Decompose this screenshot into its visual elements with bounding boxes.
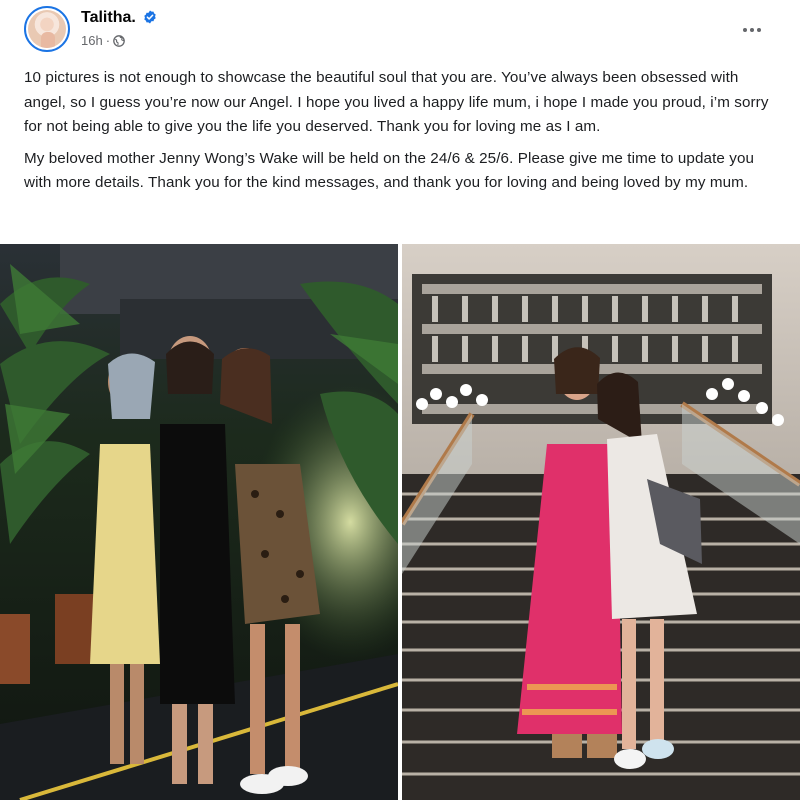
verified-badge-icon xyxy=(144,10,156,24)
post-meta: 16h · xyxy=(81,33,125,48)
post-body: 10 pictures is not enough to showcase th… xyxy=(24,66,776,203)
post-timestamp[interactable]: 16h xyxy=(81,33,103,48)
photo-night-group[interactable] xyxy=(0,244,398,800)
more-dot xyxy=(757,28,761,32)
globe-icon[interactable] xyxy=(113,34,125,47)
avatar-image xyxy=(28,10,66,48)
post-paragraph: My beloved mother Jenny Wong’s Wake will… xyxy=(24,149,755,192)
more-dot xyxy=(750,28,754,32)
post-paragraph: 10 pictures is not enough to showcase th… xyxy=(24,69,769,135)
photo-night-group-image xyxy=(0,244,398,800)
author-name[interactable]: Talitha. xyxy=(81,9,136,27)
photo-grid xyxy=(0,244,800,800)
photo-staircase-image xyxy=(402,244,800,800)
more-options-button[interactable] xyxy=(738,20,766,40)
post-header: Talitha. 16h · xyxy=(0,0,800,60)
more-dot xyxy=(743,28,747,32)
author-avatar[interactable] xyxy=(24,6,70,52)
photo-staircase[interactable] xyxy=(402,244,800,800)
meta-separator: · xyxy=(105,33,111,48)
